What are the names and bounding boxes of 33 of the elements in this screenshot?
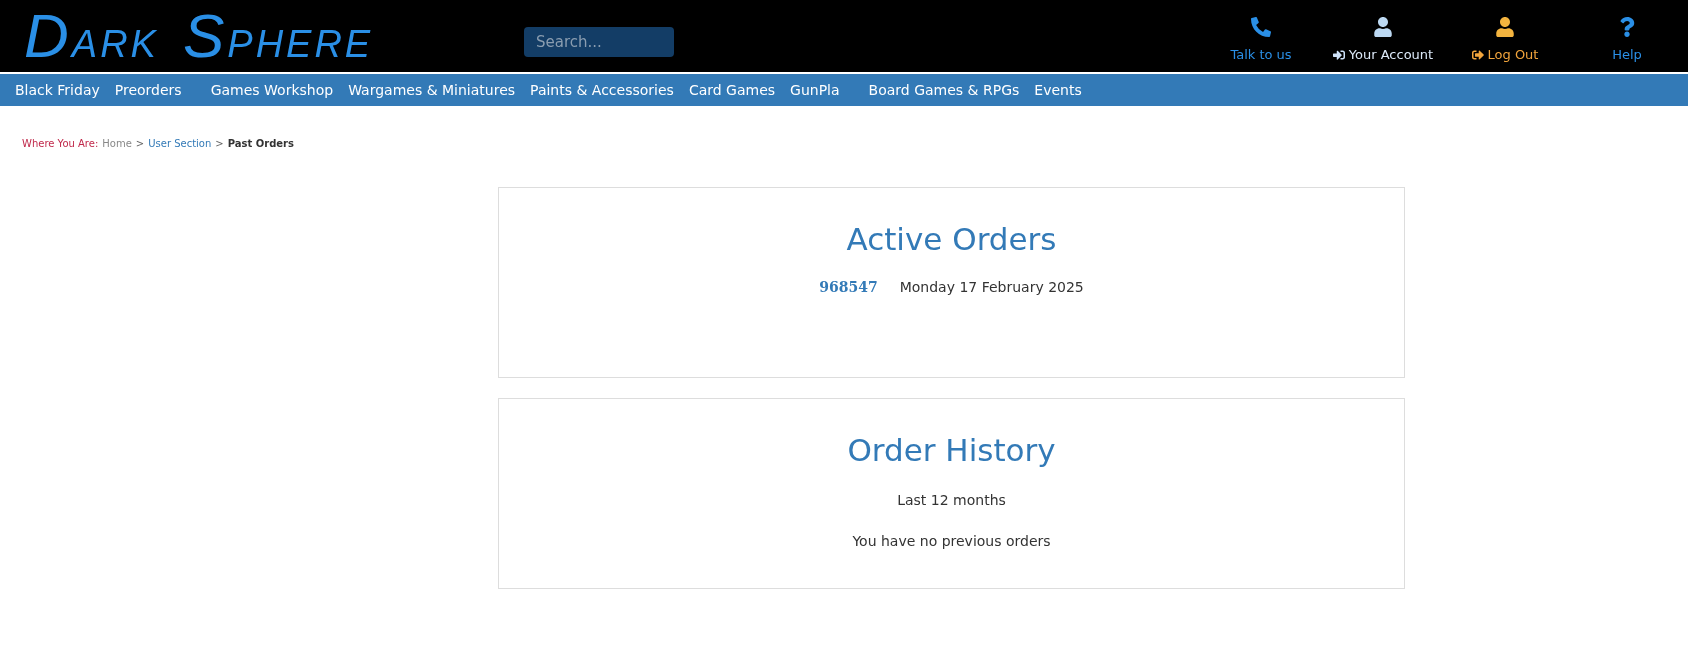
user-icon (1373, 17, 1393, 38)
help-icon (1619, 17, 1635, 38)
panel-heading: Order History (847, 431, 1056, 470)
nav-item[interactable]: Preorders (114, 79, 182, 101)
breadcrumb-item[interactable]: User Section (148, 136, 212, 151)
sign-in-icon (1332, 49, 1345, 61)
period-label: Last 12 months (897, 490, 1006, 510)
header-link[interactable]: Help (1612, 45, 1642, 65)
nav-item[interactable]: Wargames & Miniatures (348, 79, 516, 101)
breadcrumb-item[interactable]: Home (102, 136, 132, 151)
panel-heading: Active Orders (846, 220, 1057, 259)
user-icon (1495, 17, 1515, 38)
nav-item[interactable]: Events (1034, 79, 1082, 101)
nav-item[interactable]: Paints & Accessories (530, 79, 674, 101)
nav-item[interactable]: Board Games & RPGs (868, 79, 1020, 101)
nav-item[interactable]: Black Friday (15, 79, 100, 101)
order-date: Monday 17 February 2025 (899, 277, 1084, 297)
sign-out-icon (1471, 49, 1484, 61)
search-field[interactable]: Search... (524, 27, 674, 57)
order-number-link[interactable]: 968547 (819, 276, 878, 298)
breadcrumb-separator: > (135, 137, 145, 151)
empty-message: You have no previous orders (852, 531, 1051, 551)
header-link[interactable]: Talk to us (1230, 45, 1292, 65)
nav-item[interactable]: GunPla (790, 79, 840, 101)
phone-icon (1251, 17, 1271, 38)
breadcrumb-label: Where You Are: (22, 137, 99, 151)
nav-item[interactable]: Games Workshop (210, 79, 334, 101)
logo[interactable]: DARK SPHERE (24, 5, 464, 67)
nav-item[interactable]: Card Games (688, 79, 776, 101)
breadcrumb-item: Past Orders (227, 137, 294, 151)
header-link[interactable]: Log Out (1471, 45, 1539, 65)
header-link[interactable]: Your Account (1332, 45, 1434, 65)
breadcrumb-separator: > (215, 137, 224, 151)
